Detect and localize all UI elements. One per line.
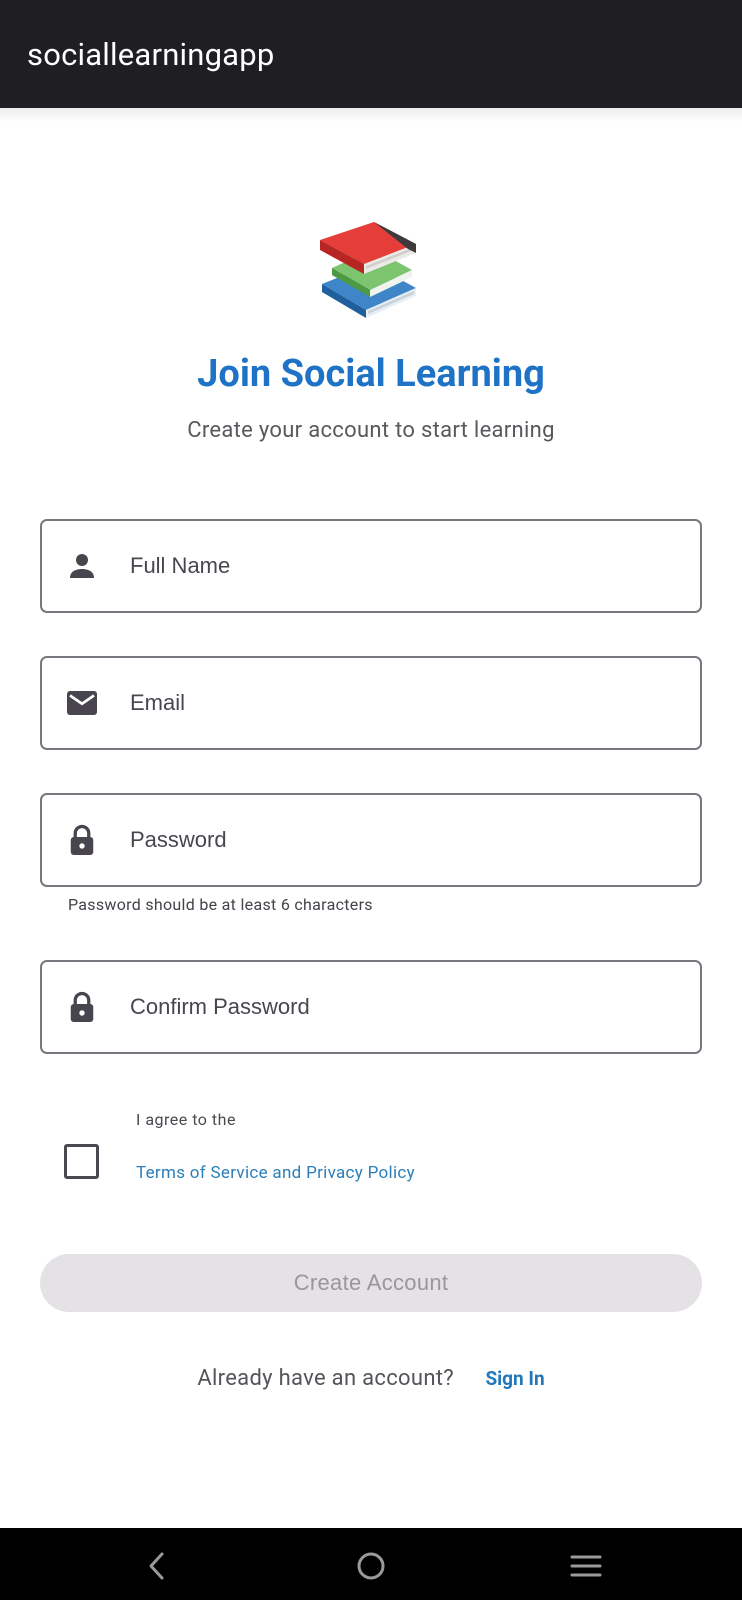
terms-link[interactable]: Terms of Service and Privacy Policy [136, 1163, 415, 1183]
confirm-password-field[interactable] [40, 960, 702, 1054]
app-bar: sociallearningapp [0, 0, 742, 108]
person-icon [70, 554, 94, 578]
system-nav-bar [0, 1528, 742, 1600]
page-subtitle: Create your account to start learning [187, 418, 555, 443]
app-title: sociallearningapp [27, 35, 275, 73]
terms-checkbox[interactable] [64, 1144, 99, 1179]
email-input[interactable] [130, 658, 684, 748]
email-field[interactable] [40, 656, 702, 750]
sign-in-link[interactable]: Sign In [485, 1367, 544, 1390]
page-title: Join Social Learning [197, 352, 545, 396]
terms-agree-label: I agree to the [136, 1110, 236, 1129]
full-name-field[interactable] [40, 519, 702, 613]
menu-lines-icon[interactable] [568, 1548, 604, 1584]
signin-prompt: Already have an account? [197, 1366, 454, 1391]
signin-row: Already have an account? Sign In [0, 1366, 742, 1391]
password-input[interactable] [130, 795, 684, 885]
lock-icon [70, 991, 94, 1022]
mail-icon [67, 691, 97, 715]
back-chevron-icon[interactable] [140, 1548, 176, 1584]
home-circle-icon[interactable] [353, 1548, 389, 1584]
app-bar-shadow [0, 108, 742, 122]
password-field[interactable] [40, 793, 702, 887]
confirm-password-input[interactable] [130, 962, 684, 1052]
lock-icon [70, 824, 94, 855]
books-icon [320, 222, 416, 318]
full-name-input[interactable] [130, 521, 684, 611]
create-account-button[interactable]: Create Account [40, 1254, 702, 1312]
password-helper-text: Password should be at least 6 characters [68, 895, 373, 914]
